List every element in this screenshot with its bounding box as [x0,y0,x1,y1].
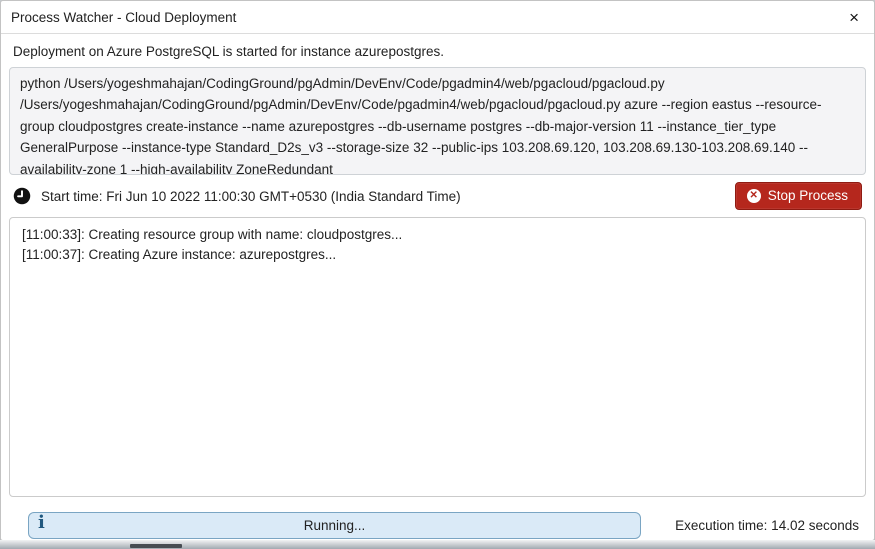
execution-time-text: Execution time: 14.02 seconds [675,518,862,533]
process-output-log[interactable]: [11:00:33]: Creating resource group with… [9,217,866,497]
running-status-text: Running... [304,518,366,533]
stop-circle-x-icon: ✕ [747,189,761,203]
process-watcher-dialog: Process Watcher - Cloud Deployment × Dep… [0,0,875,541]
dialog-title: Process Watcher - Cloud Deployment [11,10,236,25]
background-page-fragment [130,544,182,548]
stop-process-button[interactable]: ✕ Stop Process [735,182,862,210]
log-line: [11:00:33]: Creating resource group with… [22,225,853,245]
deployment-message: Deployment on Azure PostgreSQL is starte… [13,44,862,59]
close-icon[interactable]: × [847,9,861,26]
dialog-body: Deployment on Azure PostgreSQL is starte… [1,44,874,539]
status-row: Start time: Fri Jun 10 2022 11:00:30 GMT… [13,181,862,211]
running-status-badge: i Running... [28,512,641,539]
stop-process-label: Stop Process [768,188,848,203]
dialog-footer: i Running... Execution time: 14.02 secon… [13,512,862,539]
start-time-text: Start time: Fri Jun 10 2022 11:00:30 GMT… [41,189,461,204]
clock-icon [13,187,31,205]
dialog-header: Process Watcher - Cloud Deployment × [1,1,874,34]
info-icon: i [38,512,45,533]
command-text-box: python /Users/yogeshmahajan/CodingGround… [9,67,866,175]
log-line: [11:00:37]: Creating Azure instance: azu… [22,245,853,265]
